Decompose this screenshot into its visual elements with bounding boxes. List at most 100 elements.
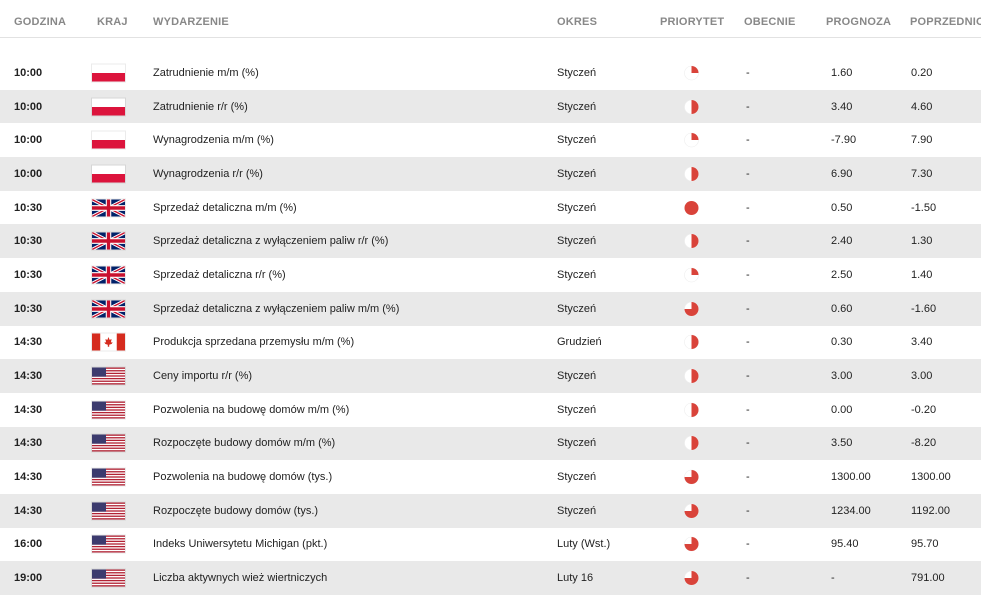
previous-value: 4.60 — [911, 100, 933, 113]
previous-value: 3.40 — [911, 336, 933, 349]
table-row[interactable]: 10:30 Sprzedaż detaliczna z wyłączeniem p… — [0, 291, 981, 326]
flag-us-icon — [92, 367, 125, 385]
event-period: Styczeń — [557, 302, 597, 315]
flag-gb-icon — [92, 232, 125, 250]
forecast-value: 95.40 — [831, 538, 859, 551]
table-row[interactable]: 14:30 Ceny importu r/r (%) Styczeń - 3.00 3.0… — [0, 359, 981, 393]
event-time: 10:00 — [14, 100, 43, 113]
flag-ca-icon — [92, 333, 125, 351]
flag-us-icon — [92, 434, 125, 452]
previous-value: 3.00 — [911, 370, 933, 383]
event-time: 16:00 — [14, 538, 43, 551]
previous-value: 791.00 — [911, 572, 945, 585]
event-name[interactable]: Zatrudnienie r/r (%) — [153, 101, 248, 113]
event-name[interactable]: Liczba aktywnych wież wiertniczych — [153, 572, 327, 584]
actual-value: - — [746, 403, 750, 416]
table-row[interactable]: 10:30 Sprzedaż detaliczna r/r (%) Styczeń -… — [0, 258, 981, 292]
previous-value: -8.20 — [911, 437, 937, 450]
table-row[interactable]: 10:30 Sprzedaż detaliczna m/m (%) Styczeń -… — [0, 191, 981, 225]
table-row[interactable]: 10:00 Wynagrodzenia r/r (%) Styczeń - 6.90 7.… — [0, 157, 981, 191]
table-row[interactable]: 14:30 Rozpoczęte budowy domów m/m (%) Styc… — [0, 426, 981, 461]
previous-value: 0.20 — [911, 66, 933, 79]
forecast-value: 0.30 — [831, 336, 853, 349]
table-row[interactable]: 14:30 Pozwolenia na budowę domów m/m (%) S… — [0, 393, 981, 427]
event-period: Styczeń — [557, 235, 597, 248]
event-period: Styczeń — [557, 100, 597, 113]
header-event: WYDARZENIE — [153, 16, 229, 28]
event-period: Styczeń — [557, 471, 597, 484]
forecast-value: 3.50 — [831, 437, 853, 450]
table-row[interactable]: 14:30 Produkcja sprzedana przemysłu m/m (… — [0, 326, 981, 360]
header-period: OKRES — [557, 16, 598, 28]
event-time: 14:30 — [14, 471, 43, 484]
event-time: 10:30 — [14, 235, 43, 248]
actual-value: - — [746, 572, 750, 585]
event-time: 10:30 — [14, 302, 43, 315]
event-period: Styczeń — [557, 504, 597, 517]
flag-us-icon — [92, 468, 125, 486]
flag-gb-icon — [92, 199, 125, 217]
event-period: Styczeń — [557, 134, 597, 147]
flag-gb-icon — [92, 266, 125, 284]
priority-icon — [684, 200, 699, 215]
actual-value: - — [746, 201, 750, 214]
flag-pl-icon — [92, 131, 125, 149]
event-name[interactable]: Sprzedaż detaliczna z wyłączeniem paliw … — [153, 303, 399, 315]
event-name[interactable]: Rozpoczęte budowy domów m/m (%) — [153, 437, 335, 449]
event-name[interactable]: Sprzedaż detaliczna z wyłączeniem paliw … — [153, 235, 388, 247]
priority-icon — [684, 436, 699, 451]
table-row[interactable]: 14:30 Pozwolenia na budowę domów (tys.) St… — [0, 460, 981, 494]
priority-icon — [684, 166, 699, 182]
event-name[interactable]: Wynagrodzenia m/m (%) — [153, 134, 274, 146]
flag-pl-icon — [92, 98, 125, 116]
header-forecast: PROGNOZA — [826, 16, 892, 28]
flag-us-icon — [92, 535, 125, 553]
priority-icon — [684, 132, 699, 148]
event-name[interactable]: Sprzedaż detaliczna m/m (%) — [153, 202, 297, 214]
priority-icon — [684, 503, 699, 519]
previous-value: -1.60 — [911, 302, 937, 315]
actual-value: - — [746, 437, 750, 450]
actual-value: - — [746, 336, 750, 349]
event-name[interactable]: Ceny importu r/r (%) — [153, 370, 252, 382]
event-name[interactable]: Produkcja sprzedana przemysłu m/m (%) — [153, 336, 354, 348]
actual-value: - — [746, 235, 750, 248]
event-name[interactable]: Zatrudnienie m/m (%) — [153, 67, 259, 79]
table-row[interactable]: 16:00 Indeks Uniwersytetu Michigan (pkt.)… — [0, 528, 981, 562]
event-time: 14:30 — [14, 336, 43, 349]
event-time: 10:00 — [14, 134, 43, 147]
event-name[interactable]: Pozwolenia na budowę domów m/m (%) — [153, 404, 349, 416]
event-time: 14:30 — [14, 504, 43, 517]
previous-value: 7.90 — [911, 134, 933, 147]
forecast-value: 1.60 — [831, 66, 853, 79]
event-name[interactable]: Sprzedaż detaliczna r/r (%) — [153, 269, 286, 281]
table-header: GODZINA KRAJ WYDARZENIE OKRES PRIORYTET … — [0, 0, 981, 38]
flag-gb-icon — [92, 300, 125, 318]
event-name[interactable]: Wynagrodzenia r/r (%) — [153, 168, 263, 180]
event-name[interactable]: Rozpoczęte budowy domów (tys.) — [153, 505, 318, 517]
event-period: Styczeń — [557, 66, 597, 79]
event-name[interactable]: Pozwolenia na budowę domów (tys.) — [153, 471, 332, 483]
table-row[interactable]: 10:00 Wynagrodzenia m/m (%) Styczeń - -7.90 7… — [0, 123, 981, 157]
flag-pl-icon — [92, 165, 125, 183]
forecast-value: 0.60 — [831, 302, 853, 315]
table-row[interactable]: 19:00 Liczba aktywnych wież wiertniczych L… — [0, 561, 981, 595]
flag-pl-icon — [92, 64, 125, 82]
priority-icon — [684, 570, 699, 586]
flag-us-icon — [92, 401, 125, 419]
event-time: 10:00 — [14, 167, 43, 180]
forecast-value: 1300.00 — [831, 471, 871, 484]
forecast-value: 0.00 — [831, 403, 853, 416]
table-row[interactable]: 10:00 Zatrudnienie m/m (%) Styczeń - 1.60 0.2… — [0, 56, 981, 90]
header-country: KRAJ — [97, 16, 128, 28]
header-previous: POPRZEDNIO — [910, 16, 981, 28]
event-name[interactable]: Indeks Uniwersytetu Michigan (pkt.) — [153, 538, 327, 550]
table-row[interactable]: 10:00 Zatrudnienie r/r (%) Styczeń - 3.40 4.6… — [0, 89, 981, 124]
event-time: 14:30 — [14, 370, 43, 383]
priority-icon — [684, 267, 699, 283]
table-row[interactable]: 14:30 Rozpoczęte budowy domów (tys.) Stycz… — [0, 493, 981, 528]
actual-value: - — [746, 167, 750, 180]
actual-value: - — [746, 100, 750, 113]
table-row[interactable]: 10:30 Sprzedaż detaliczna z wyłączeniem p… — [0, 224, 981, 259]
forecast-value: 6.90 — [831, 167, 853, 180]
